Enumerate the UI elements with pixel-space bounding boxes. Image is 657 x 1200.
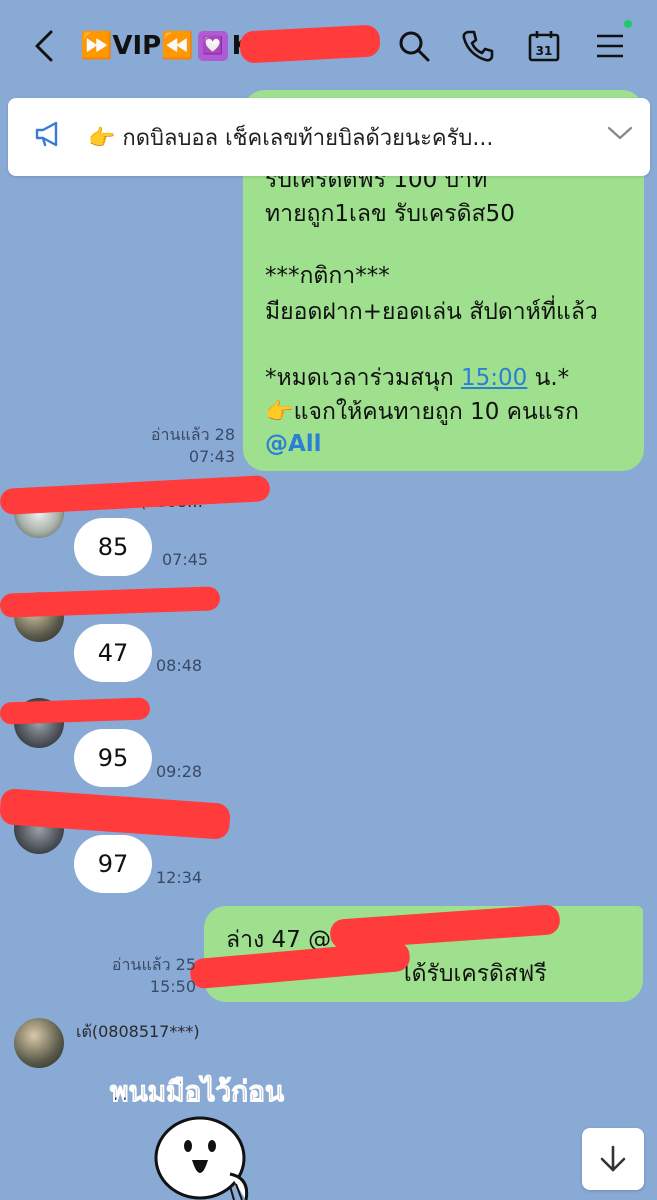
mention-all-link[interactable]: @All (265, 428, 322, 460)
back-arrow-icon[interactable] (24, 26, 64, 66)
message-time: 09:28 (156, 762, 203, 781)
message-meta: อ่านแล้ว 25 15:50 (100, 954, 196, 998)
sticker-image[interactable] (150, 1108, 270, 1200)
message-line: ***กติกา*** (265, 263, 390, 289)
avatar[interactable] (14, 1018, 64, 1068)
search-icon[interactable] (394, 26, 434, 66)
megaphone-icon (34, 120, 64, 152)
message-meta: อ่านแล้ว 28 07:43 (140, 424, 235, 468)
phone-icon[interactable] (458, 26, 498, 66)
received-message-bubble[interactable]: 95 (74, 729, 152, 787)
received-message-bubble[interactable]: 97 (74, 835, 152, 893)
read-receipt: อ่านแล้ว 25 (111, 955, 196, 974)
message-time: 15:50 (149, 977, 196, 996)
announcement-bar[interactable]: 👉 กดบิลบอล เช็คเลขท้ายบิลด้วยนะครับ... (8, 98, 650, 176)
time-link[interactable]: 15:00 (461, 365, 527, 391)
received-message-bubble[interactable]: 47 (74, 624, 152, 682)
chevron-down-icon[interactable] (606, 124, 634, 146)
redaction-mark (0, 586, 221, 618)
message-line: 👉แจกให้คนทายถูก 10 คนแรก (265, 399, 579, 425)
received-message-bubble[interactable]: 85 (74, 518, 152, 576)
message-time: 07:45 (162, 550, 209, 569)
redaction-mark (239, 24, 381, 64)
read-receipt: อ่านแล้ว 28 (150, 425, 235, 444)
arrow-down-icon (600, 1145, 626, 1172)
scroll-down-button[interactable] (582, 1128, 644, 1190)
sender-name: เต้(0808517***) (76, 1022, 200, 1041)
message-line: มียอดฝาก+ยอดเล่น สัปดาห์ที่แล้ว (265, 299, 598, 325)
message-time: 12:34 (156, 868, 203, 887)
notification-dot (624, 20, 632, 28)
message-time: 08:48 (156, 656, 203, 675)
message-time: 07:43 (188, 447, 235, 466)
chat-header: ⏩VIP⏪ 💟 K 31 (0, 0, 657, 92)
message-text: น.* (534, 365, 570, 391)
redaction-mark (0, 474, 271, 516)
reply-line: ได้รับเครดิสฟรี (400, 961, 547, 987)
message-line: ทายถูก1เลข รับเครดิส50 (265, 201, 515, 227)
chat-title[interactable]: ⏩VIP⏪ 💟 K (80, 28, 252, 64)
calendar-icon[interactable]: 31 (524, 26, 564, 66)
menu-icon[interactable] (590, 26, 630, 66)
svg-text:31: 31 (536, 44, 553, 58)
heart-decoration-icon: 💟 (197, 31, 228, 61)
announcement-text: 👉 กดบิลบอล เช็คเลขท้ายบิลด้วยนะครับ... (88, 126, 494, 151)
chat-title-prefix: ⏩VIP⏪ (80, 31, 194, 61)
message-line: *หมดเวลาร่วมสนุก 15:00 น.* (265, 362, 569, 394)
redaction-mark (0, 697, 151, 725)
message-text: *หมดเวลาร่วมสนุก (265, 365, 454, 391)
